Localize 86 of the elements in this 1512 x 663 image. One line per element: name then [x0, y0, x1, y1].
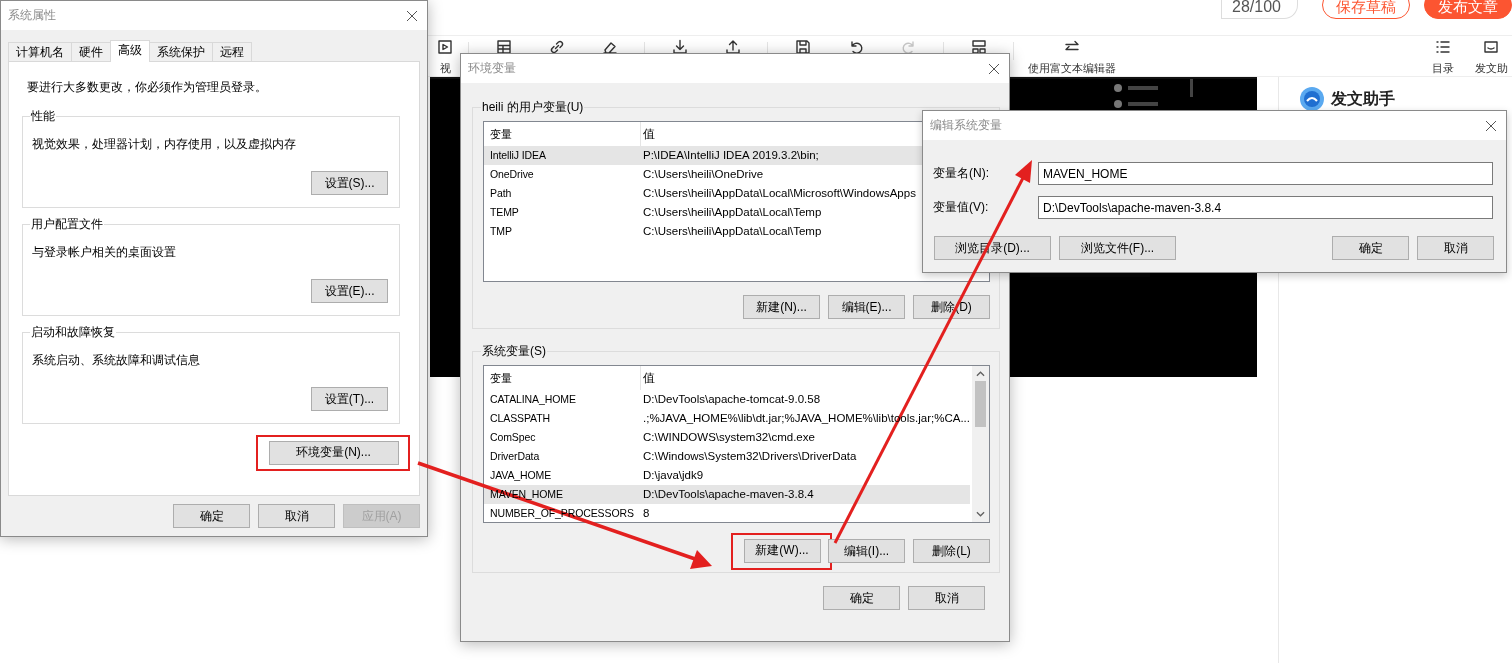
variable-row[interactable]: DriverData C:\Windows\System32\Drivers\DriverData	[484, 447, 970, 466]
settings-button[interactable]: 设置(T)...	[311, 387, 388, 411]
dialog-button[interactable]: 删除(L)	[913, 539, 990, 563]
dialog-button[interactable]: 编辑(I)...	[828, 539, 905, 563]
variable-value: C:\Users\heili\OneDrive	[642, 167, 764, 182]
variable-value: D:\java\jdk9	[642, 468, 704, 483]
window-title: 环境变量	[468, 60, 516, 77]
group-title: 性能	[30, 108, 56, 125]
variable-name: JAVA_HOME	[489, 468, 553, 483]
variable-name: DriverData	[489, 449, 541, 464]
video-icon[interactable]	[436, 38, 454, 56]
window-title: 编辑系统变量	[930, 117, 1002, 134]
upload-icon[interactable]	[723, 38, 742, 56]
download-icon[interactable]	[670, 38, 689, 56]
floppy-icon[interactable]	[793, 38, 812, 56]
field-label: 变量名(N):	[933, 165, 990, 182]
variable-value: 8	[642, 506, 650, 521]
field-label: 变量值(V):	[933, 199, 990, 216]
variable-value: C:\Users\heili\AppData\Local\Temp	[642, 205, 822, 220]
notice-text: 要进行大多数更改，你必须作为管理员登录。	[27, 79, 268, 96]
environment-variables-button[interactable]: 环境变量(N)...	[268, 440, 399, 465]
settings-button[interactable]: 设置(S)...	[311, 171, 388, 195]
dialog-button[interactable]: 确定	[173, 504, 250, 528]
toolbar-label[interactable]: 使用富文本编辑器	[1028, 61, 1116, 76]
dialog-button[interactable]: 取消	[1417, 236, 1494, 260]
variable-name: CLASSPATH	[489, 411, 551, 426]
dialog-button[interactable]: 新建(N)...	[743, 295, 820, 319]
variable-value: C:\Windows\System32\Drivers\DriverData	[642, 449, 857, 464]
tab[interactable]: 计算机名	[8, 42, 72, 61]
variable-value: C:\WINDOWS\system32\cmd.exe	[642, 430, 815, 445]
variable-value: D:\DevTools\apache-maven-3.8.4	[642, 487, 814, 502]
tab[interactable]: 硬件	[71, 42, 111, 61]
tab[interactable]: 高级	[110, 40, 150, 62]
group-description: 系统启动、系统故障和调试信息	[32, 352, 201, 369]
toolbar-label[interactable]: 发文助	[1474, 61, 1508, 76]
close-icon[interactable]	[1485, 119, 1497, 132]
variable-value: C:\Users\heili\AppData\Local\Temp	[642, 224, 822, 239]
browse-button[interactable]: 浏览文件(F)...	[1059, 236, 1176, 260]
list-icon[interactable]	[1434, 38, 1452, 56]
variable-row[interactable]: CATALINA_HOME D:\DevTools\apache-tomcat-9.0.58	[484, 390, 970, 409]
variable-name: OneDrive	[489, 167, 535, 182]
scroll-thumb[interactable]	[975, 381, 986, 427]
panel-title: 发文助手	[1331, 88, 1395, 109]
variable-row[interactable]: ComSpec C:\WINDOWS\system32\cmd.exe	[484, 428, 970, 447]
toolbar-label[interactable]: 目录	[1432, 61, 1454, 76]
dialog-button[interactable]: 取消	[908, 586, 985, 610]
chat-icon[interactable]	[1482, 38, 1500, 56]
group-title: 用户配置文件	[30, 216, 104, 233]
variable-name: IntelliJ IDEA	[489, 148, 547, 163]
variable-value: P:\IDEA\IntelliJ IDEA 2019.3.2\bin;	[642, 148, 819, 163]
input-field[interactable]: D:\DevTools\apache-maven-3.8.4	[1038, 196, 1493, 219]
variable-name: Path	[489, 186, 513, 201]
scroll-up-icon[interactable]	[976, 371, 985, 377]
toolbar-label[interactable]: 视	[439, 61, 451, 76]
variable-value: D:\DevTools\apache-tomcat-9.0.58	[642, 392, 821, 407]
dialog-button[interactable]: 确定	[823, 586, 900, 610]
variable-row[interactable]: JAVA_HOME D:\java\jdk9	[484, 466, 970, 485]
variable-name: ComSpec	[489, 430, 537, 445]
variable-name: TEMP	[489, 205, 520, 220]
word-count: 28/100	[1221, 0, 1298, 19]
dialog-button[interactable]: 取消	[258, 504, 335, 528]
dialog-button[interactable]: 新建(W)...	[743, 538, 821, 563]
scroll-down-icon[interactable]	[976, 511, 985, 517]
window-title: 系统属性	[8, 7, 56, 24]
dialog-button[interactable]: 编辑(E)...	[828, 295, 905, 319]
group-description: 视觉效果，处理器计划，内存使用，以及虚拟内存	[32, 136, 297, 153]
column-header[interactable]: 值	[641, 122, 655, 146]
tab[interactable]: 系统保护	[149, 42, 213, 61]
group-description: 与登录帐户相关的桌面设置	[32, 244, 177, 261]
scrollbar[interactable]	[972, 366, 989, 522]
variable-value: C:\Users\heili\AppData\Local\Microsoft\WindowsApps	[642, 186, 916, 201]
column-header[interactable]: 值	[641, 366, 655, 390]
variable-name: CATALINA_HOME	[489, 392, 577, 407]
table-icon[interactable]	[494, 38, 513, 56]
close-icon[interactable]	[406, 9, 418, 22]
dialog-button[interactable]: 确定	[1332, 236, 1409, 260]
layout-icon[interactable]	[969, 38, 988, 56]
close-icon[interactable]	[988, 62, 1000, 75]
input-field[interactable]: MAVEN_HOME	[1038, 162, 1493, 185]
settings-button[interactable]: 设置(E)...	[311, 279, 388, 303]
group-title: 启动和故障恢复	[30, 324, 116, 341]
group-title: 系统变量(S)	[481, 343, 547, 360]
variable-name: TMP	[489, 224, 513, 239]
column-header[interactable]: 变量	[484, 366, 641, 390]
tab[interactable]: 远程	[212, 42, 252, 61]
group-title: heili 的用户变量(U)	[481, 99, 585, 116]
